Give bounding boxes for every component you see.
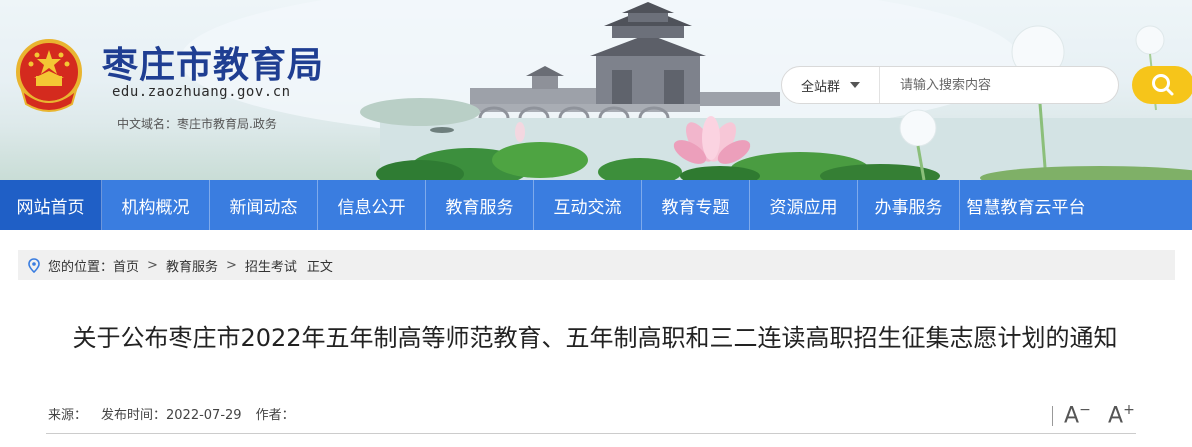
font-increase-button[interactable]: A+ xyxy=(1108,402,1135,428)
search-scope-label: 全站群 xyxy=(800,79,840,95)
article-date: 发布时间：2022-07-29 xyxy=(101,408,242,423)
nav-item-education-services[interactable]: 教育服务 xyxy=(426,180,534,230)
breadcrumb: 您的位置： 首页 > 教育服务 > 招生考试 正文 xyxy=(18,250,1175,280)
article-title: 关于公布枣庄市2022年五年制高等师范教育、五年制高职和三二连读高职招生征集志愿… xyxy=(72,324,1118,352)
nav-item-education-topics[interactable]: 教育专题 xyxy=(642,180,750,230)
location-pin-icon xyxy=(28,257,40,273)
search-scope-select[interactable]: 全站群 xyxy=(782,67,880,103)
site-chinese-domain: 中文域名：枣庄市教育局.政务 xyxy=(117,117,277,131)
article-author: 作者： xyxy=(255,408,295,423)
breadcrumb-enrollment-exams[interactable]: 招生考试 xyxy=(245,256,297,275)
nav-item-resources[interactable]: 资源应用 xyxy=(750,180,858,230)
nav-item-interaction[interactable]: 互动交流 xyxy=(534,180,642,230)
breadcrumb-separator: > xyxy=(225,257,237,273)
site-title[interactable]: 枣庄市教育局 xyxy=(102,36,324,88)
search-input[interactable] xyxy=(880,67,1118,103)
breadcrumb-prefix: 您的位置： xyxy=(48,259,114,275)
chevron-down-icon xyxy=(850,82,860,88)
search-icon xyxy=(1152,74,1174,96)
main-nav: 网站首页 机构概况 新闻动态 信息公开 教育服务 互动交流 教育专题 资源应用 … xyxy=(0,180,1192,230)
nav-item-news[interactable]: 新闻动态 xyxy=(210,180,318,230)
font-decrease-button[interactable]: A− xyxy=(1064,402,1091,428)
font-control-divider xyxy=(1052,406,1053,426)
nav-item-organization[interactable]: 机构概况 xyxy=(102,180,210,230)
minus-icon: − xyxy=(1079,402,1091,418)
header-banner: 枣庄市教育局 edu.zaozhuang.gov.cn 中文域名：枣庄市教育局.… xyxy=(0,0,1192,180)
site-domain: edu.zaozhuang.gov.cn xyxy=(112,84,291,100)
nav-item-smart-education-cloud[interactable]: 智慧教育云平台 xyxy=(960,180,1092,230)
nav-item-home[interactable]: 网站首页 xyxy=(0,180,102,230)
national-emblem-icon xyxy=(16,39,82,112)
meta-divider xyxy=(46,433,1136,434)
plus-icon: + xyxy=(1123,402,1135,418)
article-source: 来源： xyxy=(48,408,88,423)
nav-item-info-disclosure[interactable]: 信息公开 xyxy=(318,180,426,230)
breadcrumb-education-services[interactable]: 教育服务 xyxy=(166,256,218,275)
breadcrumb-home[interactable]: 首页 xyxy=(113,256,139,275)
breadcrumb-current: 正文 xyxy=(306,259,333,275)
font-decrease-letter: A xyxy=(1064,403,1080,429)
font-increase-letter: A xyxy=(1108,403,1124,429)
article-meta: 来源： 发布时间：2022-07-29 作者： xyxy=(48,404,309,423)
search-bar: 全站群 xyxy=(781,66,1119,104)
breadcrumb-separator: > xyxy=(147,257,158,273)
nav-item-services[interactable]: 办事服务 xyxy=(858,180,960,230)
search-button[interactable] xyxy=(1132,66,1192,104)
